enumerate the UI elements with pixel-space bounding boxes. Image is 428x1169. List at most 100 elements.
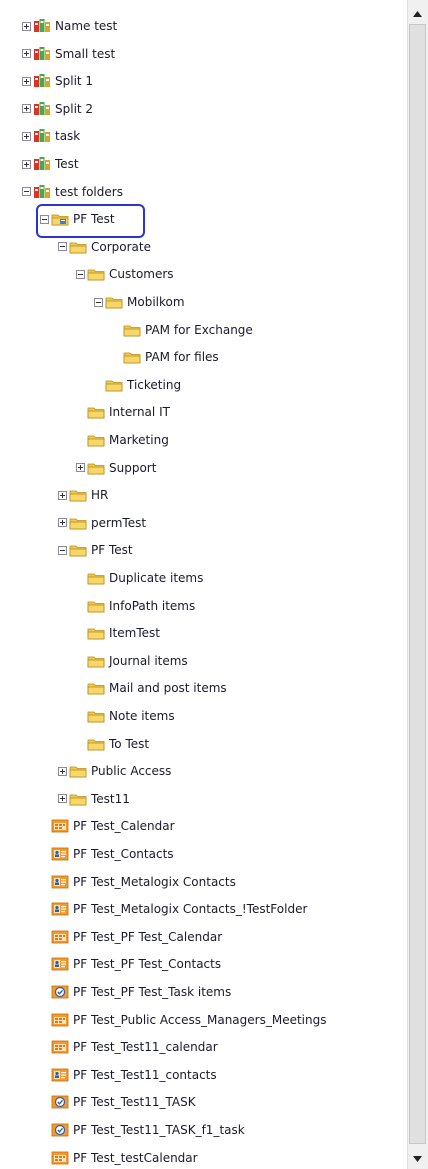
tree-item[interactable]: PF Test_Public Access_Managers_Meetings: [40, 1010, 326, 1030]
tree-item[interactable]: Public Access: [58, 761, 171, 781]
tree-item[interactable]: Split 1: [22, 71, 93, 91]
tree-item-label: Mobilkom: [127, 295, 185, 309]
tree-item[interactable]: ItemTest: [76, 623, 160, 643]
tree-item[interactable]: PF Test_Calendar: [40, 816, 175, 836]
expand-plus-icon[interactable]: [76, 463, 85, 473]
task-icon: [51, 985, 69, 999]
tree-item[interactable]: To Test: [76, 734, 149, 754]
tree-item-label: Split 2: [55, 101, 94, 116]
tree-item[interactable]: permTest: [58, 513, 146, 533]
mailbox-icon: [34, 129, 50, 143]
tree-item[interactable]: PF Test_PF Test_Calendar: [40, 927, 222, 947]
expand-plus-icon[interactable]: [58, 794, 67, 804]
tree-item[interactable]: Marketing: [76, 430, 169, 450]
collapse-minus-icon[interactable]: [58, 545, 67, 555]
tree-item[interactable]: Corporate: [58, 237, 151, 257]
tree-item[interactable]: Ticketing: [94, 375, 181, 395]
scrollbar-thumb[interactable]: [409, 24, 426, 1144]
folder-icon: [69, 766, 87, 778]
vertical-scrollbar[interactable]: [407, 0, 428, 1169]
tree-item-label: Marketing: [109, 433, 169, 447]
tree-item-label: Customers: [109, 267, 174, 282]
collapse-minus-icon[interactable]: [22, 187, 31, 197]
tree-item-label: InfoPath items: [109, 598, 196, 613]
tree-item[interactable]: test folders: [22, 182, 123, 202]
expand-plus-icon[interactable]: [58, 490, 67, 500]
tree-item-label: PF Test_Test11_calendar: [73, 1040, 218, 1055]
tree-item-label: Mail and post items: [109, 681, 227, 696]
folder-icon: [105, 297, 123, 309]
tree-item[interactable]: PF Test_Test11_contacts: [40, 1065, 217, 1085]
tree-item[interactable]: PF Test_testCalendar: [40, 1148, 198, 1168]
tree-item[interactable]: PF Test_Test11_TASK: [40, 1092, 196, 1112]
tree-item-label: Note items: [109, 709, 175, 723]
tree-item[interactable]: PAM for files: [112, 347, 219, 367]
calendar-icon: [51, 819, 69, 833]
calendar-icon: [51, 930, 69, 944]
tree-item-label: Small test: [55, 46, 116, 61]
expand-plus-icon[interactable]: [22, 104, 31, 114]
tree-item-label: PF Test: [91, 543, 133, 558]
expand-plus-icon[interactable]: [22, 76, 31, 86]
tree-item[interactable]: PF Test_Metalogix Contacts_!TestFolder: [40, 899, 307, 919]
tree-item[interactable]: PF Test_PF Test_Contacts: [40, 954, 221, 974]
folder-icon: [87, 269, 105, 281]
tree-item[interactable]: task: [22, 126, 80, 146]
folder-icon: [87, 435, 105, 447]
folder-icon: [123, 325, 141, 336]
folder-icon: [87, 463, 105, 474]
tree-item[interactable]: PF Test_Test11_calendar: [40, 1037, 218, 1057]
tree-item-label: Journal items: [109, 653, 188, 668]
tree-item[interactable]: Mobilkom: [94, 292, 185, 312]
expand-plus-icon[interactable]: [22, 131, 31, 141]
tree-item[interactable]: Duplicate items: [76, 568, 203, 588]
collapse-minus-icon[interactable]: [94, 297, 103, 307]
tree-item[interactable]: Test11: [58, 789, 130, 809]
calendar-icon: [51, 1040, 69, 1054]
tree-item-label: PAM for Exchange: [145, 322, 253, 337]
tree-item[interactable]: PF Test_Contacts: [40, 844, 174, 864]
tree-item-label: PF Test_Test11_contacts: [73, 1067, 217, 1082]
expand-plus-icon[interactable]: [58, 518, 67, 528]
expand-plus-icon[interactable]: [22, 49, 31, 59]
expand-plus-icon[interactable]: [22, 21, 31, 31]
tree-item[interactable]: InfoPath items: [76, 596, 195, 616]
folder-icon: [87, 407, 105, 419]
tree-item[interactable]: Split 2: [22, 99, 93, 119]
tree-item[interactable]: Small test: [22, 44, 115, 64]
collapse-minus-icon[interactable]: [58, 242, 67, 252]
expand-plus-icon[interactable]: [58, 766, 67, 776]
tree-item[interactable]: Test: [22, 154, 79, 174]
scroll-up-arrow-icon[interactable]: [409, 5, 426, 22]
tree-item-label: Corporate: [91, 239, 151, 254]
tree-item[interactable]: Customers: [76, 264, 174, 284]
folder-icon: [69, 545, 87, 557]
mailbox-icon: [34, 74, 50, 88]
collapse-minus-icon[interactable]: [76, 269, 85, 279]
mailbox-icon: [34, 184, 50, 198]
mailbox-icon: [34, 46, 50, 60]
tree-item[interactable]: Support: [76, 458, 156, 478]
tree-item[interactable]: PF Test_PF Test_Task items: [40, 982, 231, 1002]
contacts-icon: [51, 1068, 69, 1082]
tree-item-label: PAM for files: [145, 350, 219, 365]
tree-item-label: To Test: [109, 736, 150, 751]
tree-item[interactable]: HR: [58, 485, 108, 505]
expand-plus-icon[interactable]: [22, 159, 31, 169]
tree-item[interactable]: PF Test_Metalogix Contacts: [40, 872, 236, 892]
tree-item-label: PF Test_PF Test_Task items: [73, 985, 232, 999]
tree-item[interactable]: Mail and post items: [76, 678, 227, 698]
tree-item[interactable]: Journal items: [76, 651, 188, 671]
task-icon: [51, 1123, 69, 1137]
tree-item[interactable]: Internal IT: [76, 402, 170, 422]
tree-item-label: PF Test_Contacts: [73, 847, 174, 861]
tree-item[interactable]: PF Test: [58, 540, 133, 560]
tree-item[interactable]: Name test: [22, 16, 117, 36]
tree-item[interactable]: Note items: [76, 706, 175, 726]
tree-item[interactable]: PF Test_Test11_TASK_f1_task: [40, 1120, 245, 1140]
tree-item[interactable]: PAM for Exchange: [112, 320, 253, 340]
scroll-down-arrow-icon[interactable]: [409, 1150, 426, 1167]
tree-item-label: PF Test_testCalendar: [73, 1150, 198, 1165]
tree-item-label: PF Test_Metalogix Contacts_!TestFolder: [73, 902, 308, 917]
tree-item-label: ItemTest: [109, 626, 160, 641]
